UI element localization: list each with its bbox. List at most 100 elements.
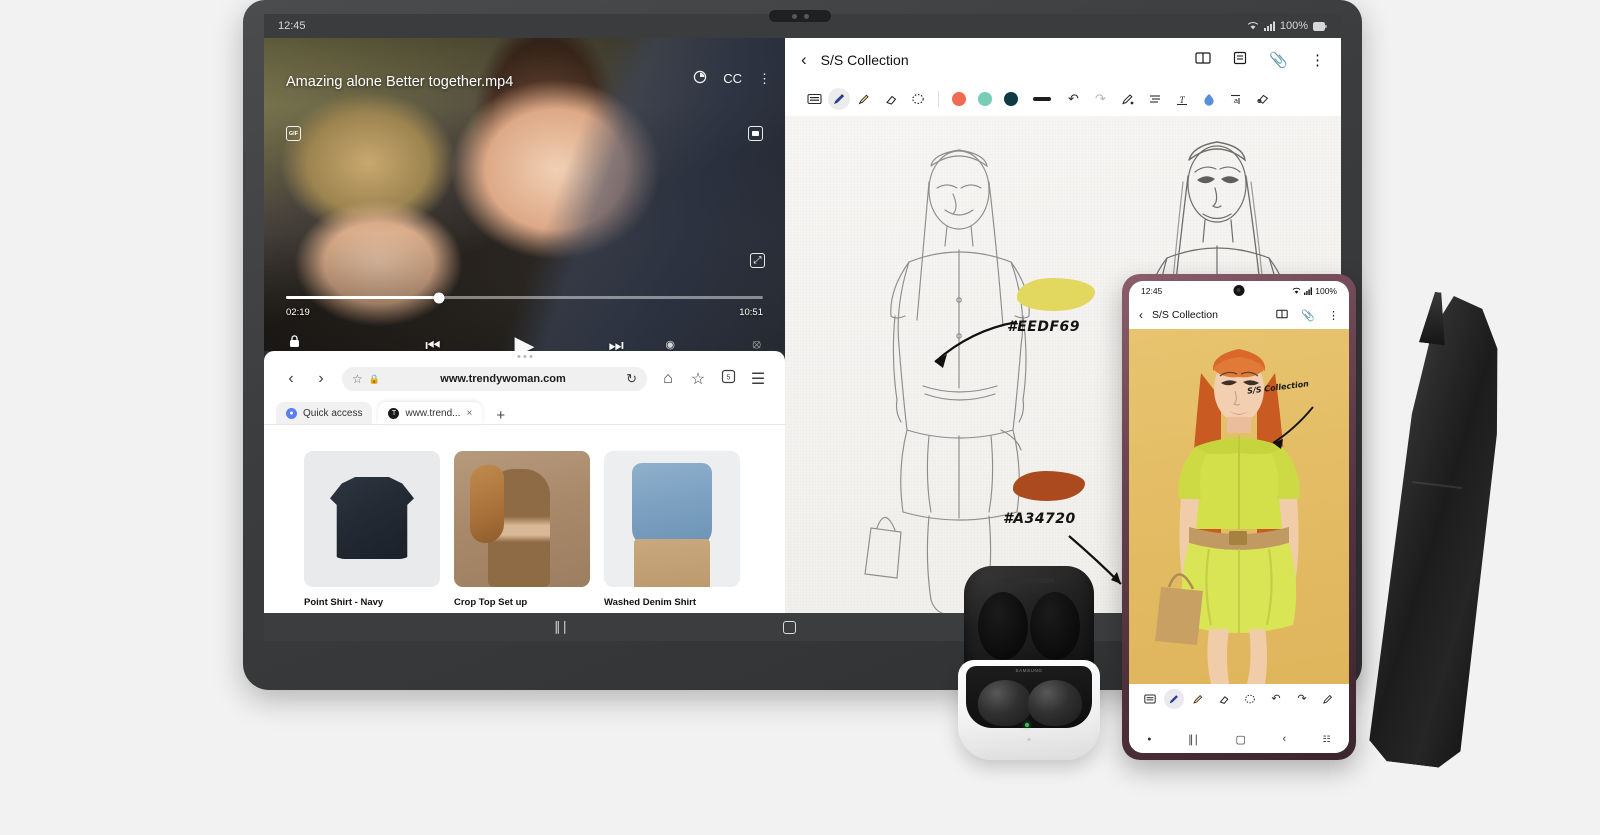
tab-strip-divider [264,424,785,425]
phone-navigation-bar: ● ∥∣ ▢ ‹ ☷ [1129,725,1349,753]
video-current-time: 02:19 [286,307,310,318]
browser-tab-active[interactable]: T www.trend... × [378,402,483,424]
book-view-icon[interactable] [1276,309,1288,322]
shape-recognize-icon[interactable] [1195,88,1222,110]
smart-select-icon[interactable] [1249,88,1276,110]
close-tab-button[interactable]: × [467,408,473,419]
color-swatch-coral[interactable] [952,92,966,106]
tablet-status-indicators: 100% [1247,20,1327,32]
product-image [604,451,740,587]
phone-device: 12:45 100% ‹ S/S Collection 📎 ⋮ S/S Coll… [1122,274,1356,760]
tablet-clock: 12:45 [278,20,306,32]
picture-in-picture-icon[interactable] [748,126,763,141]
star-add-icon[interactable]: ☆ [683,369,713,389]
text-tool-icon[interactable]: a [1222,88,1249,110]
home-icon[interactable]: ⌂ [653,370,683,388]
eraser-icon[interactable] [1212,689,1236,709]
handle-dot [523,355,526,358]
next-track-icon[interactable]: ⏭ [609,336,624,352]
undo-icon[interactable]: ↶ [1264,689,1288,709]
back-icon[interactable]: ‹ [1282,733,1286,745]
site-favicon: T [388,407,400,419]
pen-icon[interactable] [1164,688,1184,709]
dot-icon[interactable]: ● [1147,736,1151,743]
product-card[interactable]: Crop Top Set up [454,451,590,608]
product-name: Point Shirt - Navy [304,597,384,608]
galaxy-buds-case: SAMSUNG [958,566,1100,766]
progress-knob[interactable] [433,292,445,303]
chevron-left-icon[interactable]: ‹ [801,50,807,70]
keyboard-icon[interactable] [1138,689,1162,709]
eraser-icon[interactable] [877,88,904,110]
video-secondary-icon[interactable]: ◉ [665,338,675,351]
pen-settings-icon[interactable] [1114,88,1141,110]
more-vertical-icon[interactable]: ⋮ [1310,51,1325,69]
new-tab-button[interactable]: + [488,407,513,424]
annotation-arrow-yellow [934,320,1018,368]
color-swatch-mint[interactable] [978,92,992,106]
video-progress-slider[interactable] [286,292,763,303]
chevron-left-icon[interactable]: ‹ [1139,308,1143,322]
video-rotate-lock-icon[interactable]: ⦻ [752,336,761,351]
keyboard-toggle-icon[interactable]: ☷ [1323,734,1331,745]
progress-fill [286,296,439,299]
reload-icon[interactable]: ↻ [626,371,637,387]
product-card[interactable]: Washed Denim Shirt [604,451,740,608]
tabs-counter-button[interactable]: 5 [713,369,743,389]
align-icon[interactable] [1141,88,1168,110]
more-vertical-icon[interactable]: ⋮ [758,71,771,87]
highlighter-icon[interactable] [1186,689,1210,709]
more-vertical-icon[interactable]: ⋮ [1328,309,1339,322]
recents-icon[interactable]: ∥∣ [1188,733,1199,746]
highlighter-icon[interactable] [850,88,877,110]
text-convert-icon[interactable]: T [1168,88,1195,110]
note-title: S/S Collection [820,52,909,68]
redo-icon[interactable]: ↷ [1290,689,1314,709]
attachment-icon[interactable]: 📎 [1301,309,1315,322]
browser-tab-quick-access[interactable]: ● Quick access [276,402,373,424]
home-square-icon[interactable]: ▢ [1236,733,1246,746]
browser-back-button[interactable]: ‹ [276,370,306,388]
earbud-right [1028,680,1082,726]
color-swatch-navy[interactable] [1004,92,1018,106]
product-name: Washed Denim Shirt [604,597,697,608]
pen-settings-icon[interactable] [1316,689,1340,709]
brand-label: SAMSUNG [1015,668,1043,673]
redo-icon[interactable]: ↷ [1087,88,1114,110]
pane-drag-handle[interactable] [517,355,532,358]
undo-icon[interactable]: ↶ [1060,88,1087,110]
book-view-icon[interactable] [1195,51,1211,69]
closed-captions-button[interactable]: CC [723,71,742,86]
padlock-icon: 🔒 [368,373,380,384]
pen-width-icon[interactable] [1033,97,1051,101]
attachment-icon[interactable]: 📎 [1269,51,1288,69]
colored-fashion-illustration [1155,349,1300,684]
expand-icon[interactable] [750,253,765,268]
gif-capture-button[interactable]: GIF [286,126,301,141]
keyboard-icon[interactable] [801,88,828,110]
product-image [304,451,440,587]
previous-track-icon[interactable]: ⏮ [425,336,440,352]
notes-header: ‹ S/S Collection 📎 ⋮ [785,38,1341,82]
video-player-pane[interactable]: Amazing alone Better together.mp4 CC ⋮ G… [264,38,785,351]
tab-label: www.trend... [405,407,461,419]
phone-sketch-canvas[interactable]: S/S Collection [1129,329,1349,684]
pen-icon[interactable] [828,88,850,110]
browser-forward-button[interactable]: › [306,370,336,388]
browser-pane[interactable]: ‹ › ☆ 🔒 www.trendywoman.com ↻ ⌂ ☆ 5 ☰ ● … [264,351,785,641]
play-icon[interactable]: ▶ [515,330,535,351]
lasso-select-icon[interactable] [1238,689,1262,709]
address-bar[interactable]: ☆ 🔒 www.trendywoman.com ↻ [342,367,647,391]
recents-icon[interactable]: ∥∣ [554,619,569,635]
hamburger-menu-icon[interactable]: ☰ [743,369,773,389]
screen-rotate-icon[interactable] [693,70,707,87]
handle-dot [517,355,520,358]
product-card[interactable]: Point Shirt - Navy [304,451,440,608]
spen-body [1350,290,1530,772]
list-view-icon[interactable] [1233,51,1247,69]
lasso-select-icon[interactable] [904,88,931,110]
toolbar-divider [938,91,939,107]
annotation-arrow-phone [1272,406,1314,449]
home-square-icon[interactable] [783,620,796,634]
star-icon[interactable]: ☆ [352,372,363,386]
